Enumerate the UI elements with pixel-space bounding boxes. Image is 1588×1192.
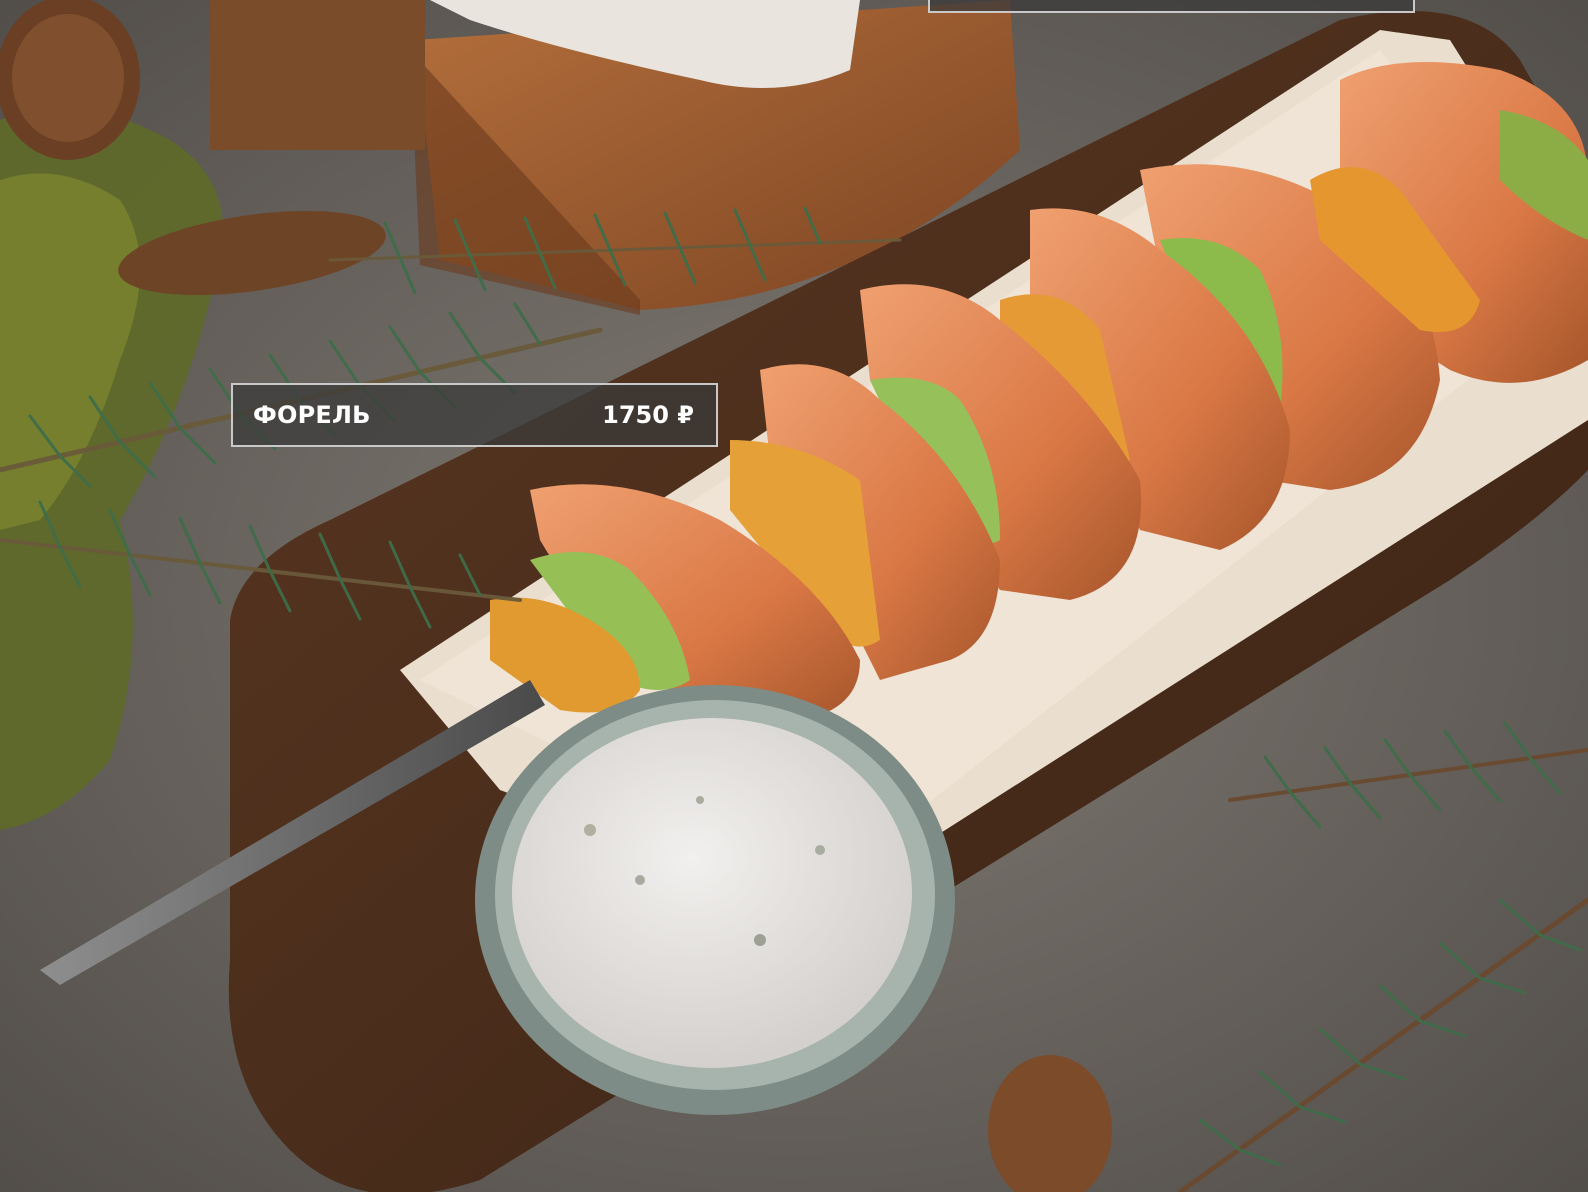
price-card: ФОРЕЛЬ 1750 ₽	[231, 383, 718, 447]
dish-price: 1750 ₽	[602, 401, 694, 429]
dish-name: ФОРЕЛЬ	[253, 401, 371, 429]
food-photo	[0, 0, 1588, 1192]
top-price-card	[928, 0, 1415, 13]
